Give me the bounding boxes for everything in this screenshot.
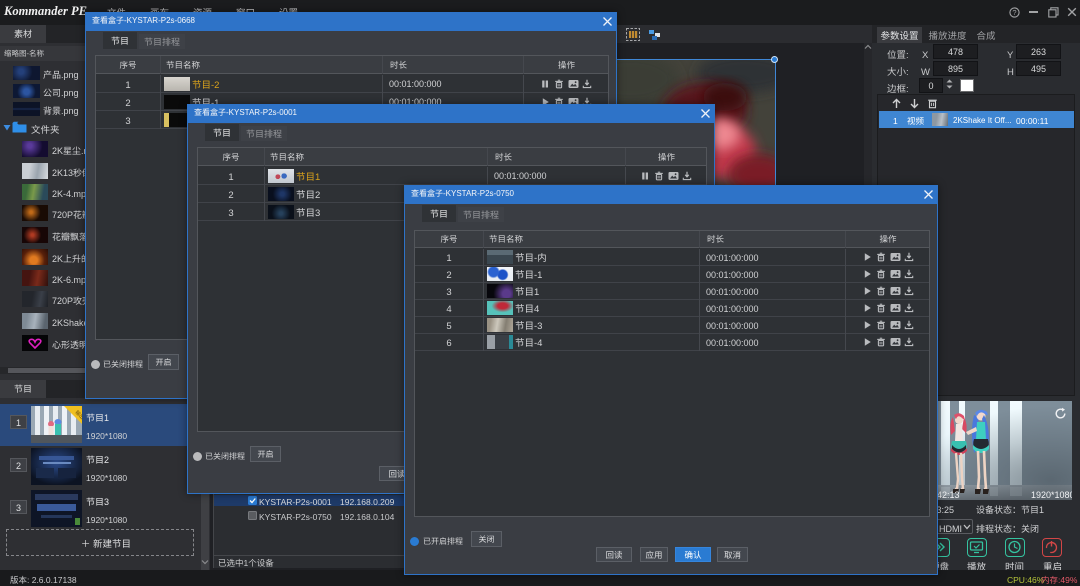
svg-text:?: ? bbox=[1012, 8, 1016, 17]
